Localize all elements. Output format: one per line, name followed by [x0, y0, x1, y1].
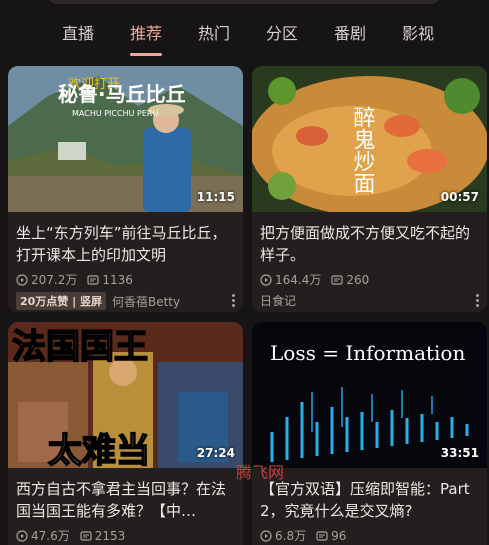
- danmaku-count: 260: [346, 272, 370, 287]
- thumb-overlay-text: Loss = Information: [270, 341, 465, 365]
- video-card[interactable]: Loss = Information 33:51 【官方双语】压缩即智能：Par…: [252, 322, 487, 545]
- video-thumbnail[interactable]: 法国国王 太难当 27:24: [8, 322, 243, 468]
- video-card[interactable]: 欢迎打开 秘鲁·马丘比丘 MACHU PICCHU PERU 11:15 坐上“…: [8, 66, 243, 312]
- tab-film-tv[interactable]: 影视: [402, 20, 434, 44]
- video-stats: 164.4万 260: [260, 271, 369, 288]
- video-duration: 27:24: [196, 446, 235, 460]
- tab-live[interactable]: 直播: [62, 20, 94, 44]
- view-count: 47.6万: [31, 529, 70, 543]
- video-title[interactable]: 西方自古不拿君主当回事？在法国当国王能有多难？【中…: [16, 478, 233, 522]
- danmaku-icon: [331, 274, 343, 285]
- category-tabs: 直播 推荐 热门 分区 番剧 影视: [0, 0, 489, 56]
- video-title[interactable]: 把方便面做成不方便又吃不起的样子。: [260, 222, 477, 266]
- thumb-overlay-text: 太难当: [48, 431, 150, 468]
- video-title[interactable]: 坐上“东方列车”前往马丘比丘，打开课本上的印加文明: [16, 222, 233, 266]
- tab-recommended[interactable]: 推荐: [130, 20, 162, 44]
- video-meta: 日食记: [260, 292, 296, 309]
- active-tab-indicator: [130, 53, 162, 56]
- play-count-icon: [260, 273, 272, 286]
- video-meta: 20万点赞 | 竖屏 何香蓓Betty: [16, 292, 180, 310]
- video-duration: 00:57: [440, 190, 479, 204]
- video-card[interactable]: 醉鬼炒面 00:57 把方便面做成不方便又吃不起的样子。 164.4万 260 …: [252, 66, 487, 312]
- video-duration: 33:51: [440, 446, 479, 460]
- thumb-overlay-text: 醉鬼炒面: [350, 106, 376, 194]
- watermark: 腾飞网: [236, 463, 285, 482]
- view-count: 164.4万: [275, 273, 322, 287]
- more-options-icon[interactable]: [476, 294, 480, 308]
- play-count-icon: [260, 529, 272, 542]
- video-duration: 11:15: [196, 190, 235, 204]
- danmaku-count: 96: [331, 528, 347, 543]
- danmaku-count: 2153: [94, 528, 126, 543]
- video-stats: 6.8万 96: [260, 527, 346, 544]
- tab-hot[interactable]: 热门: [198, 20, 230, 44]
- author-name[interactable]: 何香蓓Betty: [112, 293, 180, 310]
- view-count: 207.2万: [31, 273, 78, 287]
- thumb-overlay-text: 秘鲁·马丘比丘: [58, 82, 186, 106]
- tab-zones[interactable]: 分区: [266, 20, 298, 44]
- tab-anime[interactable]: 番剧: [334, 20, 366, 44]
- video-card[interactable]: 法国国王 太难当 27:24 西方自古不拿君主当回事？在法国当国王能有多难？【中…: [8, 322, 243, 545]
- danmaku-count: 1136: [102, 272, 133, 287]
- more-options-icon[interactable]: [232, 294, 236, 308]
- video-thumbnail[interactable]: 欢迎打开 秘鲁·马丘比丘 MACHU PICCHU PERU 11:15: [8, 66, 243, 212]
- video-stats: 47.6万 2153: [16, 527, 125, 544]
- author-name[interactable]: 日食记: [260, 292, 296, 309]
- video-thumbnail[interactable]: 醉鬼炒面 00:57: [252, 66, 487, 212]
- play-count-icon: [16, 529, 28, 542]
- video-title[interactable]: 【官方双语】压缩即智能：Part 2，究竟什么是交叉熵?: [260, 478, 477, 522]
- thumb-overlay-text: 法国国王: [12, 327, 148, 367]
- danmaku-icon: [80, 530, 92, 541]
- video-thumbnail[interactable]: Loss = Information 33:51: [252, 322, 487, 468]
- danmaku-icon: [316, 530, 328, 541]
- view-count: 6.8万: [275, 529, 307, 543]
- thumb-overlay-text: MACHU PICCHU PERU: [72, 109, 158, 118]
- play-count-icon: [16, 273, 28, 286]
- video-stats: 207.2万 1136: [16, 271, 133, 288]
- danmaku-icon: [87, 274, 99, 285]
- status-badge: 20万点赞 | 竖屏: [16, 292, 106, 310]
